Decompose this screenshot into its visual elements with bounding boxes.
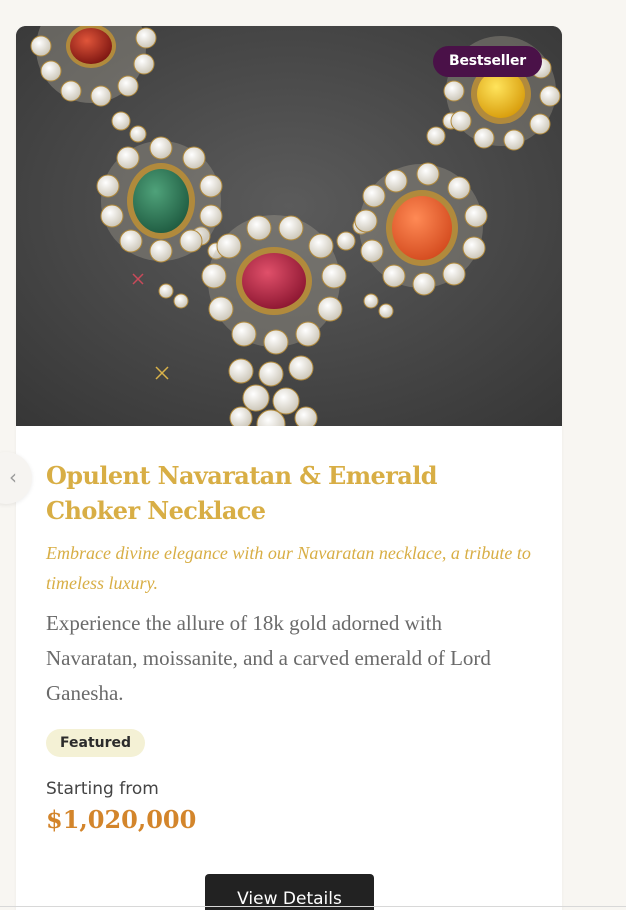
view-details-button[interactable]: View Details [205,874,374,910]
divider [0,906,626,907]
chevron-left-icon: ‹ [9,465,17,489]
product-card: Bestseller Opulent Navaratan & Emerald C… [16,26,562,910]
bestseller-badge: Bestseller [432,46,542,77]
product-tagline: Embrace divine elegance with our Navarat… [46,543,531,593]
page: Bestseller Opulent Navaratan & Emerald C… [0,0,626,910]
product-description: Experience the allure of 18k gold adorne… [46,611,491,705]
price-value: $1,020,000 [46,805,197,834]
card-body: Opulent Navaratan & Emerald Choker Neckl… [46,426,536,910]
necklace-illustration [16,26,562,426]
featured-tag: Featured [46,729,146,757]
price-label: Starting from [46,779,159,799]
product-title[interactable]: Opulent Navaratan & Emerald Choker Neckl… [46,458,536,528]
product-image[interactable]: Bestseller [16,26,562,426]
